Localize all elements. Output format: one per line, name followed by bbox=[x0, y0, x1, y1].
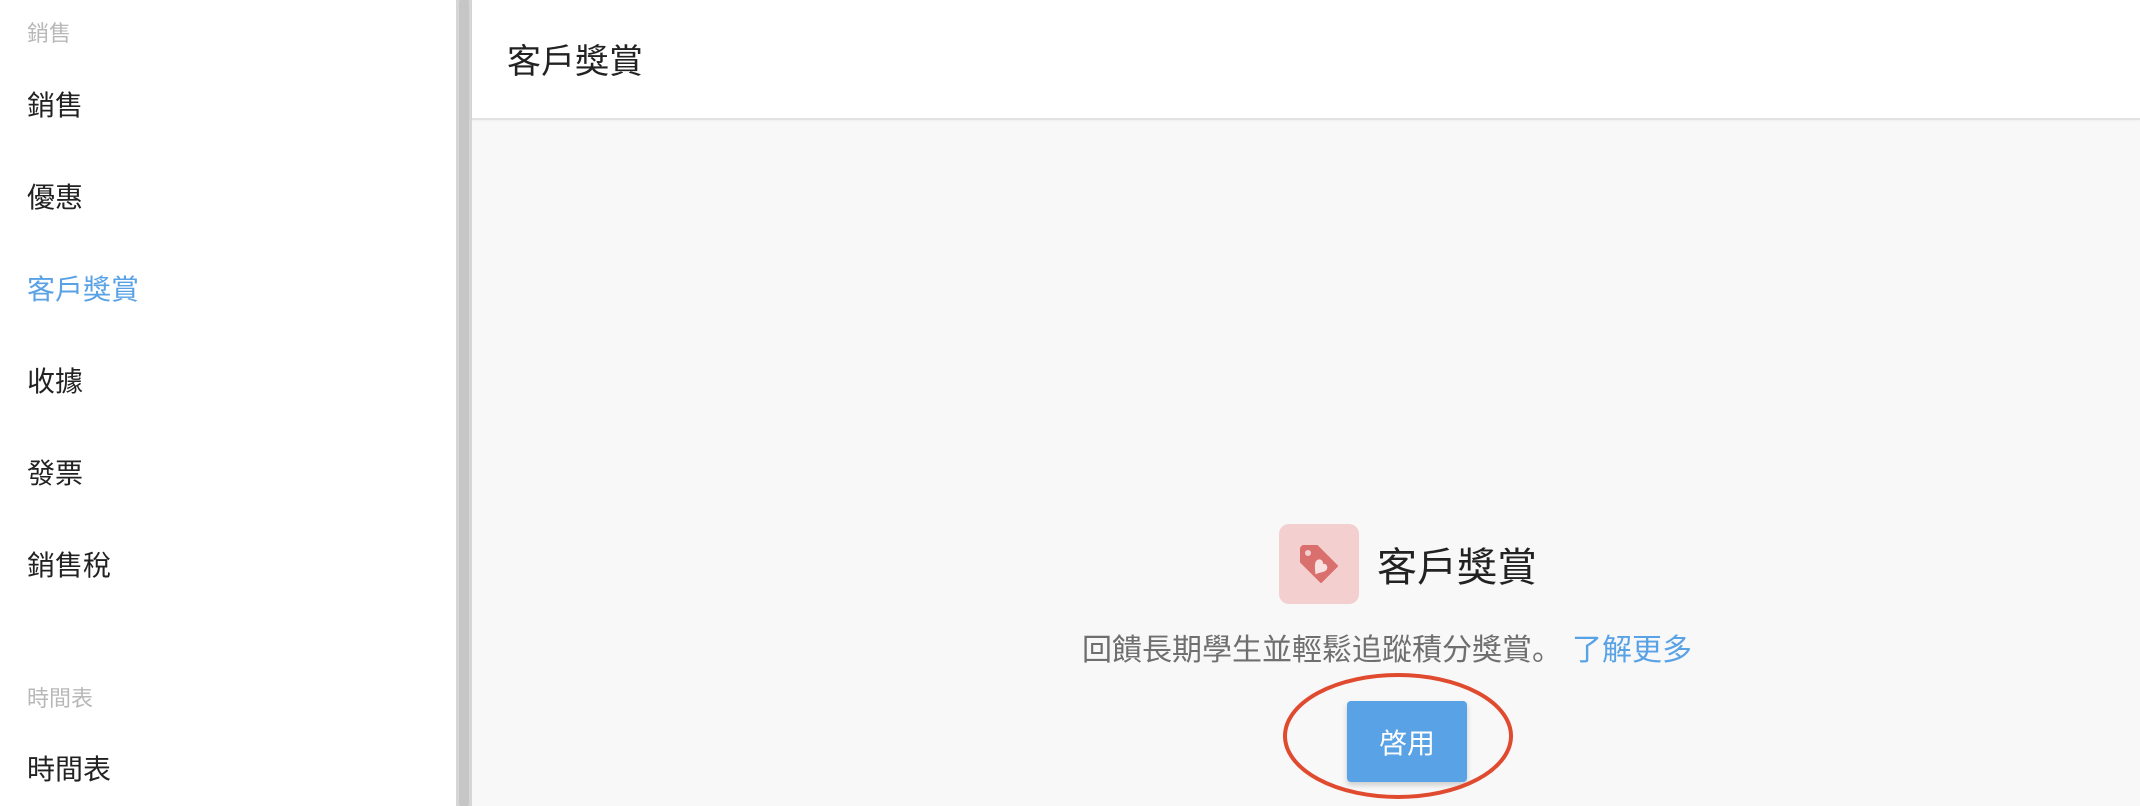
sidebar: 銷售 銷售 優惠 客戶獎賞 收據 發票 銷售稅 時間表 時間表 bbox=[0, 0, 456, 806]
sidebar-item-invoices[interactable]: 發票 bbox=[27, 452, 83, 492]
enable-button[interactable]: 啓用 bbox=[1347, 701, 1467, 782]
heart-tag-icon bbox=[1279, 524, 1359, 604]
feature-heading: 客戶獎賞 bbox=[1279, 524, 1537, 604]
sidebar-scrollbar-thumb[interactable] bbox=[459, 0, 469, 806]
feature-description-text: 回饋長期學生並輕鬆追蹤積分獎賞。 bbox=[1082, 633, 1562, 668]
sidebar-item-offers[interactable]: 優惠 bbox=[27, 176, 83, 216]
page-header: 客戶獎賞 bbox=[472, 0, 2140, 120]
sidebar-item-schedule[interactable]: 時間表 bbox=[27, 748, 111, 788]
main-content: 客戶獎賞 客戶獎賞 回饋長期學生並輕鬆追蹤積分獎賞。 了解更多 啓用 bbox=[472, 0, 2140, 806]
sidebar-item-sales-tax[interactable]: 銷售稅 bbox=[27, 544, 111, 584]
feature-description: 回饋長期學生並輕鬆追蹤積分獎賞。 了解更多 bbox=[1082, 625, 1692, 669]
sidebar-section-header-sales: 銷售 bbox=[27, 22, 72, 47]
page-title: 客戶獎賞 bbox=[507, 42, 643, 82]
sidebar-item-sales[interactable]: 銷售 bbox=[27, 84, 83, 124]
app-window: 銷售 銷售 優惠 客戶獎賞 收據 發票 銷售稅 時間表 時間表 客戶獎賞 客戶獎… bbox=[0, 0, 2140, 806]
learn-more-link[interactable]: 了解更多 bbox=[1572, 633, 1692, 668]
sidebar-section-header-schedule: 時間表 bbox=[27, 687, 94, 712]
sidebar-item-receipts[interactable]: 收據 bbox=[27, 360, 83, 400]
sidebar-scrollbar[interactable] bbox=[456, 0, 472, 806]
heart-tag-icon-graphic bbox=[1300, 545, 1338, 583]
feature-title: 客戶獎賞 bbox=[1377, 545, 1537, 591]
sidebar-item-customer-rewards[interactable]: 客戶獎賞 bbox=[27, 268, 139, 308]
